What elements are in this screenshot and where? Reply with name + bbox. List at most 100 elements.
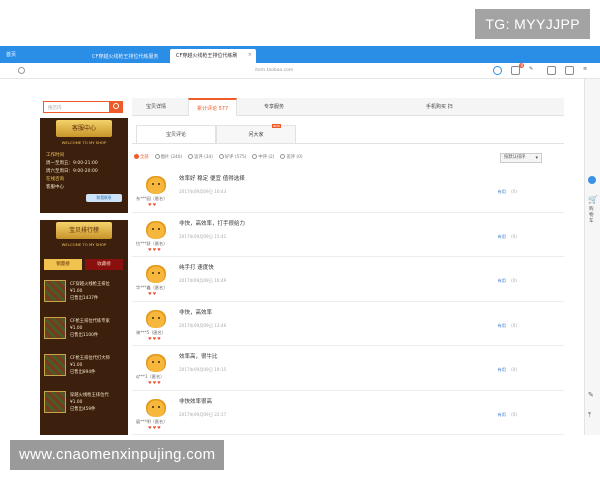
pen-icon[interactable]: ✎ xyxy=(529,66,538,75)
cart-label[interactable]: 购物车 xyxy=(589,207,596,225)
product-name[interactable]: CF枪王排位代打大师 xyxy=(70,355,124,362)
helpful-link[interactable]: 有用 xyxy=(498,278,506,284)
product-price: ¥1.00 xyxy=(70,400,83,405)
radio-icon xyxy=(280,154,286,159)
product-price: ¥1.00 xyxy=(70,363,83,368)
share-icon[interactable] xyxy=(547,66,556,75)
product-main: 宝贝详情 累计评论 577 专享服务 手机购买 扫 宝贝评论 问大家 NEW 全… xyxy=(132,98,564,435)
radio-icon xyxy=(188,154,194,159)
product-sold: 已售出1437件 xyxy=(70,296,99,301)
product-name[interactable]: CF枪王排位代练专家 xyxy=(70,318,124,325)
search-icon[interactable] xyxy=(18,67,25,74)
browser-tab-2-active[interactable]: CF穿越火线枪王排位代练刷 × xyxy=(170,49,256,63)
product-thumbnail[interactable] xyxy=(44,391,66,413)
ranking-product[interactable]: CF枪王排位代练专家 ¥1.00 已售出1100件 xyxy=(44,315,124,347)
ranking-product[interactable]: CF枪王排位代打大师 ¥1.00 已售出894件 xyxy=(44,352,124,384)
shop-search-button[interactable] xyxy=(110,101,123,113)
product-sold: 已售出459件 xyxy=(70,407,96,412)
back-to-top-icon[interactable]: ⤒ xyxy=(588,411,591,420)
filter-followup[interactable]: 追评 (34) xyxy=(188,154,213,160)
shop-sidebar: 搜店内 客服中心 WELCOME TO MY SHOP 工作时间 周一至周五：9… xyxy=(40,98,128,435)
review-text: 非快效率很高 xyxy=(179,398,213,405)
subtab-ask-label: 问大家 xyxy=(248,132,264,138)
ranking-product[interactable]: 穿越火线枪王排位代 ¥1.00 已售出459件 xyxy=(44,389,124,421)
service-hours: 工作时间 周一至周五：9:00-21:00 周六至周日：9:00-20:00 在… xyxy=(46,152,98,192)
avatar xyxy=(146,354,166,372)
notification-badge: 9 xyxy=(519,63,524,68)
window-icon[interactable] xyxy=(565,66,574,75)
review-item: 东***园（匿名） ♥♥ 效率好 稳定 便宜 值得选择 2017年09月09日 … xyxy=(132,168,564,213)
tab-services[interactable]: 专享服务 xyxy=(264,103,284,110)
helpful-link[interactable]: 有用 xyxy=(498,367,506,373)
product-thumbnail[interactable] xyxy=(44,280,66,302)
edit-icon[interactable]: ✎ xyxy=(588,391,594,399)
review-text: 纯手打 速度快 xyxy=(179,265,214,271)
helpful-count: (0) xyxy=(511,411,517,417)
helpful-count: (0) xyxy=(511,322,517,328)
filter-positive[interactable]: 好评 (575) xyxy=(218,154,246,160)
tab-favorites-rank[interactable]: 收藏榜 xyxy=(85,259,123,270)
review-list: 东***园（匿名） ♥♥ 效率好 稳定 便宜 值得选择 2017年09月09日 … xyxy=(132,168,564,435)
helpful-count: (0) xyxy=(511,367,517,372)
tab-mobile-buy[interactable]: 手机购买 扫 xyxy=(426,103,453,110)
review-date: 2017年09月09日 19:15 xyxy=(179,367,227,372)
clock-icon[interactable] xyxy=(493,66,502,75)
review-item: 拉***跃（匿名） ♥♥♥ 非快，高效率，打手很给力 2017年09月09日 1… xyxy=(132,213,564,257)
ranking-product[interactable]: CF穿越火线枪王排位 ¥1.00 已售出1437件 xyxy=(44,278,124,310)
review-item: 骑***5（匿名） ♥♥♥ 非快，高效率 2017年09月09日 13:46 有… xyxy=(132,302,564,346)
user-icon[interactable] xyxy=(588,176,596,184)
credit-hearts-icon: ♥♥♥ xyxy=(148,380,162,385)
chevron-down-icon: ▾ xyxy=(535,155,538,161)
shop-search-input[interactable]: 搜店内 xyxy=(43,101,110,113)
review-filters: 全部 图片 (240) 追评 (34) 好评 (575) 中评 (2) 差评 (… xyxy=(134,154,303,160)
close-icon[interactable]: × xyxy=(248,52,252,58)
review-text: 效率好 稳定 便宜 值得选择 xyxy=(179,176,245,182)
filter-all[interactable]: 全部 xyxy=(134,154,149,160)
support-label: 客服中心 xyxy=(46,185,64,190)
product-thumbnail[interactable] xyxy=(44,354,66,376)
contact-me-button[interactable]: 和我联系 xyxy=(86,194,122,202)
filter-negative[interactable]: 差评 (0) xyxy=(280,154,303,160)
filter-label: 差评 (0) xyxy=(286,155,303,160)
product-name[interactable]: 穿越火线枪王排位代 xyxy=(70,392,124,399)
tab-sales-rank[interactable]: 销量榜 xyxy=(44,259,82,270)
product-thumbnail[interactable] xyxy=(44,317,66,339)
review-text: 非快，高效率，打手很给力 xyxy=(179,220,246,227)
helpful-link[interactable]: 有用 xyxy=(498,189,506,195)
filter-label: 全部 xyxy=(140,155,149,160)
tg-watermark: TG: MYYJJPP xyxy=(475,9,590,39)
avatar xyxy=(146,220,166,239)
url-text[interactable]: item.taobao.com xyxy=(255,68,293,73)
helpful-link[interactable]: 有用 xyxy=(498,323,506,329)
avatar xyxy=(146,309,166,328)
search-icon xyxy=(113,103,119,109)
subtab-ask[interactable]: 问大家 NEW xyxy=(216,124,296,144)
ranking-panel: 宝贝排行榜 WELCOME TO MY SHOP 销量榜 收藏榜 CF穿越火线枪… xyxy=(40,220,128,435)
product-price: ¥1.00 xyxy=(70,326,83,331)
product-name[interactable]: CF穿越火线枪王排位 xyxy=(70,281,124,288)
subtab-reviews[interactable]: 宝贝评论 xyxy=(136,125,216,144)
filter-neutral[interactable]: 中评 (2) xyxy=(252,154,274,160)
filter-images[interactable]: 图片 (240) xyxy=(154,154,182,160)
helpful-count: (0) xyxy=(511,278,517,283)
tab-reviews[interactable]: 累计评论 577 xyxy=(188,98,238,116)
review-text: 非快，高效率 xyxy=(179,309,213,316)
site-watermark: www.cnaomenxinpujing.com xyxy=(10,440,225,470)
mail-icon[interactable]: 9 xyxy=(511,63,524,75)
review-date: 2017年09月09日 16:49 xyxy=(179,278,227,283)
menu-icon[interactable]: ≡ xyxy=(583,66,592,75)
review-item: 展***明（匿名） ♥♥♥ 非快效率很高 2017年09月09日 22:17 有… xyxy=(132,391,564,435)
welcome-text: WELCOME TO MY SHOP xyxy=(61,242,107,247)
review-item: 华***鑫（匿名） ♥♥ 纯手打 速度快 2017年09月09日 16:49 有… xyxy=(132,257,564,302)
browser-home-tab[interactable]: 首页 xyxy=(6,51,16,58)
review-item: q***1（匿名） ♥♥♥ 效率高，很牛比 2017年09月09日 19:15 … xyxy=(132,346,564,391)
sort-select[interactable]: 按默认排序 ▾ xyxy=(500,153,542,163)
helpful-link[interactable]: 有用 xyxy=(498,412,506,418)
radio-icon xyxy=(218,154,224,159)
tab-item-details[interactable]: 宝贝详情 xyxy=(146,103,166,110)
product-sold: 已售出894件 xyxy=(70,370,96,375)
helpful-link[interactable]: 有用 xyxy=(498,234,506,240)
browser-tab-1[interactable]: CF穿越火线枪王排位代练服务 xyxy=(86,50,168,63)
filter-label: 追评 (34) xyxy=(194,155,213,160)
cart-icon[interactable]: 🛒 xyxy=(588,195,598,204)
